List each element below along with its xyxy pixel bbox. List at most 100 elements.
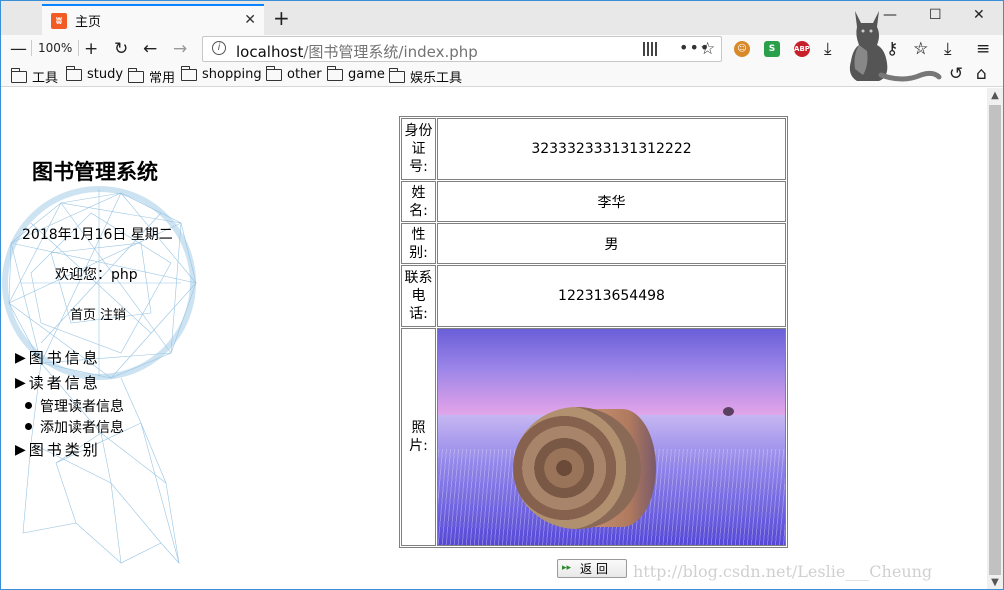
table-row: 身份证号: 323332333131312222: [401, 118, 786, 180]
folder-icon: [127, 67, 144, 83]
scroll-thumb[interactable]: [989, 105, 1001, 575]
phone-label: 联系电话:: [401, 265, 436, 327]
qr-code-icon[interactable]: [643, 42, 657, 56]
logout-link[interactable]: 注销: [100, 308, 126, 323]
history-icon[interactable]: ↺: [949, 64, 963, 84]
bookmark-label: other: [287, 67, 322, 82]
bookmark-folder-game[interactable]: game: [326, 65, 385, 82]
menu-book-category[interactable]: ▶ 图书类别: [15, 437, 124, 462]
url-bar[interactable]: i localhost/图书管理系统/index.php ••• ☆: [202, 36, 722, 62]
vertical-scrollbar[interactable]: ▲ ▼: [987, 88, 1003, 589]
id-value: 323332333131312222: [437, 118, 786, 180]
submenu-label: 管理读者信息: [40, 398, 124, 415]
url-host: localhost: [236, 43, 304, 61]
folder-icon: [65, 65, 82, 81]
scroll-down-icon[interactable]: ▼: [987, 575, 1003, 589]
bookmark-star-icon[interactable]: ☆: [700, 39, 715, 59]
url-text: localhost/图书管理系统/index.php: [236, 41, 478, 62]
system-title: 图书管理系统: [32, 160, 158, 184]
menu-label: 读者信息: [28, 374, 101, 392]
folder-icon: [326, 65, 343, 81]
new-tab-icon[interactable]: +: [273, 6, 290, 30]
triangle-right-icon: ▶: [15, 441, 26, 458]
cat-theme-icon: [849, 11, 942, 82]
bookmark-folder-other[interactable]: other: [265, 65, 322, 82]
home-link[interactable]: 首页: [70, 308, 96, 323]
zoom-in-icon[interactable]: +: [84, 39, 98, 59]
tab-title: 主页: [75, 15, 102, 30]
bullet-icon: [25, 402, 32, 409]
bullet-icon: [25, 423, 32, 430]
triangle-right-icon: ▶: [15, 374, 26, 391]
url-path: /图书管理系统/index.php: [303, 43, 478, 61]
folder-icon: [265, 65, 282, 81]
xampp-favicon-icon: ʬ: [51, 12, 67, 29]
bookmark-label: study: [87, 67, 124, 82]
photo-cell: [437, 328, 786, 546]
tab-home[interactable]: ʬ 主页 ✕: [42, 4, 264, 35]
watermark-text: http://blog.csdn.net/Leslie___Cheung: [633, 562, 933, 581]
bookmark-label: 娱乐工具: [410, 71, 463, 86]
bookmark-label: shopping: [202, 67, 262, 82]
name-label: 姓名:: [401, 181, 436, 222]
menu-book-info[interactable]: ▶ 图书信息: [15, 345, 124, 370]
photo-label: 照片:: [401, 328, 436, 546]
zoom-level[interactable]: 100%: [31, 40, 80, 56]
folder-icon: [180, 65, 197, 81]
reader-photo: [438, 329, 785, 545]
double-arrow-icon: ▸▸: [562, 563, 572, 573]
reload-icon[interactable]: ↻: [114, 39, 128, 59]
menu-label: 图书类别: [28, 441, 101, 459]
photo-sky: [438, 329, 785, 417]
bookmark-folder-common[interactable]: 常用: [127, 67, 176, 86]
download-2-icon[interactable]: ⤓: [944, 39, 952, 59]
table-row: 照片:: [401, 328, 786, 546]
bookmark-folder-study[interactable]: study: [65, 65, 124, 82]
id-label: 身份证号:: [401, 118, 436, 180]
gender-value: 男: [437, 223, 786, 264]
menu-add-reader[interactable]: 添加读者信息: [15, 416, 124, 437]
page-content: 图书管理系统 2018年1月16日 星期二 欢迎您：php 首页 注销 ▶ 图书信息…: [1, 88, 987, 589]
sidebar-menu: ▶ 图书信息 ▶ 读者信息 管理读者信息 添加读者信息 ▶ 图书类别: [15, 345, 124, 462]
browser-window: ʬ 主页 ✕ + — ☐ ✕ — 100% + ↻ ← → i localhos…: [0, 0, 1004, 590]
back-icon[interactable]: ←: [143, 39, 157, 59]
table-row: 联系电话: 122313654498: [401, 265, 786, 327]
back-button-label: 返回: [579, 562, 612, 576]
info-icon[interactable]: i: [212, 41, 226, 55]
submenu-label: 添加读者信息: [40, 419, 124, 436]
welcome-text: 欢迎您：php: [55, 267, 138, 283]
ext-s-icon[interactable]: S: [764, 41, 780, 57]
close-tab-icon[interactable]: ✕: [244, 12, 256, 28]
bookmark-label: 工具: [32, 71, 59, 86]
menu-label: 图书信息: [28, 349, 101, 367]
bookmark-label: game: [348, 67, 385, 82]
bookmark-folder-shopping[interactable]: shopping: [180, 65, 262, 82]
triangle-right-icon: ▶: [15, 349, 26, 366]
forward-icon[interactable]: →: [173, 39, 187, 59]
bookmark-folder-tools[interactable]: 工具: [10, 67, 59, 86]
folder-icon: [10, 67, 27, 83]
download-icon[interactable]: ⤓: [824, 39, 832, 59]
zoom-out-icon[interactable]: —: [10, 39, 27, 59]
sidebar-links: 首页 注销: [70, 304, 130, 323]
phone-value: 122313654498: [437, 265, 786, 327]
name-value: 李华: [437, 181, 786, 222]
gender-label: 性别:: [401, 223, 436, 264]
ext-monkey-icon[interactable]: ☺: [734, 41, 750, 57]
menu-manage-readers[interactable]: 管理读者信息: [15, 395, 124, 416]
ext-abp-icon[interactable]: ABP: [794, 41, 810, 57]
bookmark-folder-entertainment[interactable]: 娱乐工具: [388, 67, 463, 86]
menu-icon[interactable]: ≡: [976, 39, 990, 59]
photo-hay-bale: [513, 407, 641, 529]
back-button[interactable]: ▸▸ 返回: [557, 559, 627, 578]
table-row: 姓名: 李华: [401, 181, 786, 222]
scroll-up-icon[interactable]: ▲: [987, 88, 1003, 104]
reader-info-table: 身份证号: 323332333131312222 姓名: 李华 性别: 男 联系…: [399, 116, 788, 548]
photo-small-bale: [723, 407, 734, 416]
menu-reader-info[interactable]: ▶ 读者信息: [15, 370, 124, 395]
home-icon[interactable]: ⌂: [976, 64, 987, 84]
table-row: 性别: 男: [401, 223, 786, 264]
current-date: 2018年1月16日 星期二: [22, 227, 173, 243]
close-window-icon[interactable]: ✕: [973, 7, 985, 23]
bookmark-label: 常用: [149, 71, 176, 86]
